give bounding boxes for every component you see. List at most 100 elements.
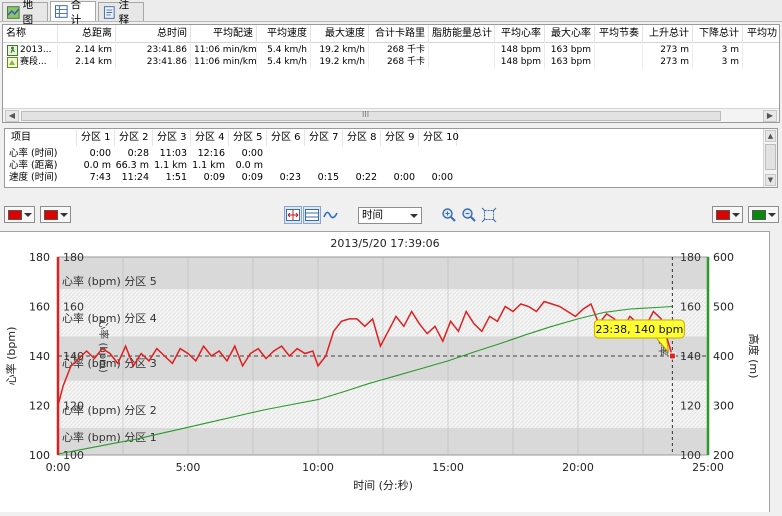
zoom-out-button[interactable] [461,207,477,223]
tab-notes[interactable]: 注释 [98,0,144,26]
activity-icon [7,45,18,56]
zone-table: 项目 分区 1 分区 2 分区 3 分区 4 分区 5 分区 6 分区 7 分区 8 分区 9 分区… [4,128,778,188]
y-tick-right: 400 [713,350,734,363]
zone-cell: 0:22 [355,172,377,183]
scroll-down-icon[interactable]: ▼ [765,174,776,186]
column-header[interactable]: 合计卡路里 [369,25,429,43]
column-header[interactable]: 最大速度 [311,25,369,43]
zone-column-header[interactable]: 分区 9 [381,130,419,146]
table-row[interactable]: 赛段... 2.14 km 23:41.86 11:06 min/km 5.4 km/h… [3,56,779,69]
zone-column-header[interactable]: 分区 6 [267,130,305,146]
map-icon [7,5,20,19]
column-header[interactable]: 名称 [3,25,58,43]
vertical-scrollbar[interactable]: ▲ ▼ [763,129,777,187]
chevron-down-icon [768,213,776,217]
table-cell: 148 bpm [500,57,541,67]
zone-column-header[interactable]: 分区 4 [191,130,229,146]
zone-column-header[interactable]: 分区 7 [305,130,343,146]
heart-rate-chart[interactable]: 2013/5/20 17:39:06 心率 (bpm) 分区 1 心率 (bpm) … [0,232,770,513]
table-cell: 148 bpm [500,45,541,55]
color-swatch [44,210,58,220]
x-tick: 20:00 [562,461,594,474]
zoom-fit-icon [481,207,497,223]
zone-column-header[interactable]: 项目 [7,130,77,146]
zoom-fit-button[interactable] [481,207,497,223]
zone-column-header[interactable]: 分区 5 [229,130,267,146]
column-header[interactable]: 上升总计 [643,25,693,43]
zone-column-header[interactable]: 分区 3 [153,130,191,146]
zone-column-header[interactable]: 分区 8 [343,130,381,146]
column-header[interactable]: 最大心率 [545,25,595,43]
left-color-picker-1[interactable] [4,206,35,223]
scroll-right-icon[interactable]: ▶ [763,110,777,122]
chart-side-scrollbar[interactable] [770,231,782,512]
horizontal-scrollbar[interactable]: ◀ III ▶ [3,108,779,122]
table-cell: 19.2 km/h [319,45,365,55]
table-cell: 268 千卡 [386,45,425,55]
x-axis-select[interactable]: 时间 [358,207,422,224]
zone-label: 心率 (bpm) 分区 5 [62,274,157,288]
curve-icon [323,211,338,219]
zone-cell: 0:15 [317,172,339,183]
fit-height-icon [305,209,319,221]
zone-cell [267,160,301,172]
zone-cell [267,148,301,160]
table-cell: 11:06 min/km [194,57,257,67]
fit-height-button[interactable] [303,206,321,224]
y-tick-left: 160 [29,301,50,314]
x-axis-select-value: 时间 [362,209,383,221]
left-color-picker-2[interactable] [40,206,71,223]
zone-cell: 0.0 m [83,160,111,171]
chart-panel[interactable]: 2013/5/20 17:39:06 心率 (bpm) 分区 1 心率 (bpm) … [0,231,770,512]
scroll-thumb[interactable] [765,144,776,170]
zone-column-header[interactable]: 分区 10 [419,130,459,146]
curve-button[interactable] [322,206,340,224]
y-tick-left: 120 [29,400,50,413]
column-header[interactable]: 脂肪能量总计 [429,25,495,43]
zone-cell: 7:43 [89,172,111,183]
table-cell: 3 m [721,45,739,55]
column-header[interactable]: 平均节奏 [595,25,643,43]
tab-map[interactable]: 地图 [2,0,48,26]
right-color-picker-2[interactable] [748,206,779,223]
column-header[interactable]: 总距离 [58,25,116,43]
scroll-left-icon[interactable]: ◀ [5,110,19,122]
chart-title: 2013/5/20 17:39:06 [330,237,439,250]
y-tick-right: 300 [713,400,734,413]
zone-label: 心率 (bpm) 分区 1 [62,430,157,444]
tab-notes-label: 注释 [118,0,130,26]
column-header[interactable]: 总时间 [116,25,191,43]
zone-cell [419,148,453,160]
fit-width-button[interactable] [284,206,302,224]
zoom-out-icon [462,208,476,222]
right-color-picker-1[interactable] [712,206,743,223]
scroll-grip: III [362,110,370,119]
zoom-in-button[interactable] [441,207,457,223]
table-cell: 273 m [660,57,689,67]
race-icon [7,57,18,68]
table-cell: 11:06 min/km [194,45,257,55]
column-header[interactable]: 平均配速 [191,25,257,43]
table-icon [55,5,68,18]
zone-cell: 0:00 [241,148,263,159]
column-header[interactable]: 平均心率 [495,25,545,43]
y-tick-inner-right: 160 [680,301,701,314]
zone-column-header[interactable]: 分区 1 [77,130,115,146]
scroll-thumb[interactable]: III [21,110,721,121]
table-cell: 273 m [660,45,689,55]
y-tick-inner-left: 120 [63,400,84,413]
scroll-up-icon[interactable]: ▲ [765,130,776,142]
zone-column-header[interactable]: 分区 2 [115,130,153,146]
chevron-down-icon [60,213,68,217]
tab-summary[interactable]: 合计 [50,0,96,26]
zone-cell [381,160,415,172]
column-header[interactable]: 平均速度 [257,25,311,43]
zoom-in-icon [442,208,456,222]
zone-cell: 66.3 m [115,160,149,171]
column-header[interactable]: 下降总计 [693,25,743,43]
y-tick-left: 140 [29,350,50,363]
y-tick-right: 600 [713,251,734,264]
chevron-down-icon [24,213,32,217]
y-tick-inner-left: 160 [63,301,84,314]
column-header[interactable]: 平均功 [743,25,779,43]
